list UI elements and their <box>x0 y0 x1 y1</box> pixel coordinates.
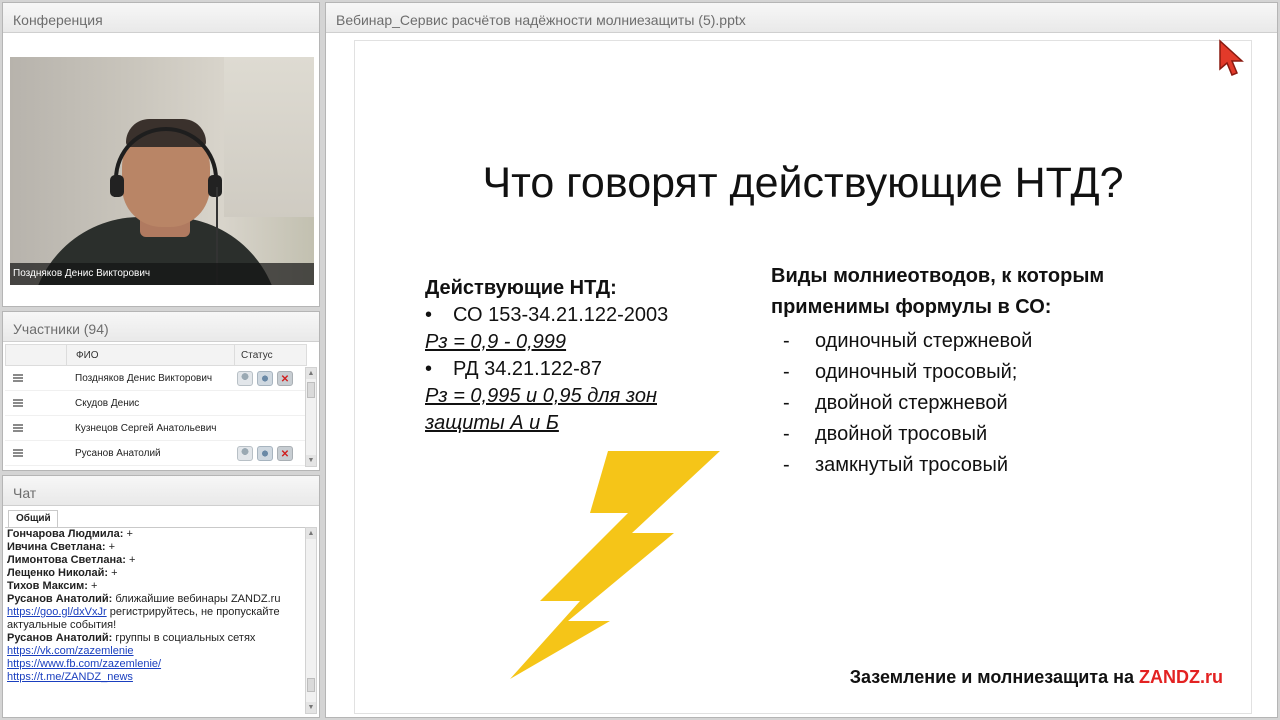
message-author: Тихов Максим: <box>7 580 88 592</box>
participant-status: ✕ <box>237 446 293 462</box>
participants-panel: Участники (94) ФИО Статус Поздняков Дени… <box>2 311 320 471</box>
participants-title: Участники (94) <box>3 312 319 342</box>
table-row[interactable]: Скудов Денис <box>5 391 307 416</box>
chat-title: Чат <box>3 476 319 506</box>
footer-brand[interactable]: ZANDZ.ru <box>1139 667 1223 687</box>
table-row[interactable]: Поздняков Денис Викторович ✕ <box>5 366 307 391</box>
scroll-thumb[interactable] <box>307 382 315 398</box>
message-text: ближайшие вебинары ZANDZ.ru <box>115 593 281 605</box>
scroll-up-icon[interactable]: ▲ <box>306 368 316 379</box>
formula-text: Рз = 0,9 - 0,999 <box>425 331 567 353</box>
list-item: двойной стержневой <box>771 388 1211 419</box>
participant-name: Кузнецов Сергей Анатольевич <box>75 423 217 434</box>
user-icon[interactable] <box>237 446 253 461</box>
participants-table: ФИО Статус Поздняков Денис Викторович ✕ … <box>5 344 307 466</box>
tab-general[interactable]: Общий <box>8 510 58 527</box>
bullet-item: СО 153-34.21.122-2003 <box>425 302 725 329</box>
chat-scrollbar[interactable]: ▲ ▼ <box>305 527 317 714</box>
slide-footer: Заземление и молниезащита на ZANDZ.ru <box>850 667 1223 688</box>
column-divider <box>234 345 235 365</box>
formula-text: Рз = 0,995 и 0,95 для зон защиты А и Б <box>425 385 657 434</box>
headset-earpiece-left <box>110 175 124 197</box>
drag-handle-icon[interactable] <box>13 424 23 432</box>
lightning-bolt-icon <box>510 451 720 679</box>
rod-types-list: одиночный стержневой одиночный тросовый;… <box>771 326 1211 481</box>
camera-icon[interactable] <box>257 446 273 461</box>
conference-title: Конференция <box>3 3 319 33</box>
column-name-header[interactable]: ФИО <box>76 350 99 361</box>
participant-name: Скудов Денис <box>75 398 140 409</box>
headset-earpiece-right <box>208 175 222 197</box>
scroll-thumb[interactable] <box>307 678 315 692</box>
chat-link[interactable]: https://goo.gl/dxVxJr <box>7 606 107 618</box>
slide: Что говорят действующие НТД? Действующие… <box>354 40 1252 714</box>
drag-handle-icon[interactable] <box>13 374 23 382</box>
list-item: двойной тросовый <box>771 419 1211 450</box>
chat-link[interactable]: https://t.me/ZANDZ_news <box>7 671 303 684</box>
slide-heading: Что говорят действующие НТД? <box>482 159 1124 207</box>
drag-handle-icon[interactable] <box>13 399 23 407</box>
chat-link[interactable]: https://vk.com/zazemlenie <box>7 645 303 658</box>
footer-text: Заземление и молниезащита на <box>849 667 1134 687</box>
camera-icon[interactable] <box>257 371 273 386</box>
chat-link[interactable]: https://www.fb.com/zazemlenie/ <box>7 658 303 671</box>
slide-right-column: Виды молниеотводов, к которым применимы … <box>771 261 1211 481</box>
conference-panel: Конференция Поздняков Денис Викторович <box>2 2 320 307</box>
message-author: Гончарова Людмила: <box>7 528 124 540</box>
scroll-up-icon[interactable]: ▲ <box>306 528 316 539</box>
chat-messages: Гончарова Людмила: + Ивчина Светлана: + … <box>5 527 305 714</box>
video-background <box>224 57 314 217</box>
table-header: ФИО Статус <box>5 344 307 366</box>
column-divider <box>66 345 67 365</box>
message-text: + <box>111 567 118 579</box>
presentation-file-title: Вебинар_Сервис расчётов надёжности молни… <box>326 3 1277 33</box>
message-text: + <box>128 554 136 566</box>
message-author: Русанов Анатолий: <box>7 593 113 605</box>
message-author: Ивчина Светлана: <box>7 541 106 553</box>
video-caption: Поздняков Денис Викторович <box>10 263 314 285</box>
message-author: Русанов Анатолий: <box>7 632 113 644</box>
chat-panel: Чат Общий Гончарова Людмила: + Ивчина Св… <box>2 475 320 718</box>
participant-status: ✕ <box>237 371 293 387</box>
left-header: Действующие НТД: <box>425 277 617 299</box>
video-feed[interactable]: Поздняков Денис Викторович <box>10 57 314 285</box>
chat-message: Тихов Максим: + <box>7 580 303 593</box>
table-row[interactable]: Кузнецов Сергей Анатольевич <box>5 416 307 441</box>
list-item: замкнутый тросовый <box>771 450 1211 481</box>
participant-name: Поздняков Денис Викторович <box>75 373 213 384</box>
user-icon[interactable] <box>237 371 253 386</box>
message-text: группы в социальных сетях <box>115 632 256 644</box>
table-row[interactable]: Русанов Анатолий ✕ <box>5 441 307 466</box>
chat-message: Русанов Анатолий: ближайшие вебинары ZAN… <box>7 593 303 632</box>
chat-message: Ивчина Светлана: + <box>7 541 303 554</box>
message-author: Лимонтова Светлана: <box>7 554 126 566</box>
message-text: + <box>126 528 133 540</box>
participants-scrollbar[interactable]: ▲ ▼ <box>305 367 317 467</box>
right-header: Виды молниеотводов, к которым применимы … <box>771 265 1105 318</box>
participant-name: Русанов Анатолий <box>75 448 161 459</box>
mic-off-icon[interactable]: ✕ <box>277 371 293 386</box>
chat-message: Лещенко Николай: + <box>7 567 303 580</box>
list-item: одиночный тросовый; <box>771 357 1211 388</box>
chat-message: Русанов Анатолий: группы в социальных се… <box>7 632 303 645</box>
message-text: + <box>90 580 98 592</box>
scroll-down-icon[interactable]: ▼ <box>306 455 316 466</box>
message-text: + <box>108 541 116 553</box>
chat-message: Лимонтова Светлана: + <box>7 554 303 567</box>
drag-handle-icon[interactable] <box>13 449 23 457</box>
presentation-panel: Вебинар_Сервис расчётов надёжности молни… <box>325 2 1278 718</box>
list-item: одиночный стержневой <box>771 326 1211 357</box>
slide-left-column: Действующие НТД: СО 153-34.21.122-2003 Р… <box>425 275 725 437</box>
mic-off-icon[interactable]: ✕ <box>277 446 293 461</box>
bullet-item: РД 34.21.122-87 <box>425 356 725 383</box>
scroll-down-icon[interactable]: ▼ <box>306 702 316 713</box>
column-status-header[interactable]: Статус <box>241 350 273 361</box>
chat-message: Гончарова Людмила: + <box>7 528 303 541</box>
pointer-cursor-icon <box>1219 39 1244 76</box>
message-author: Лещенко Николай: <box>7 567 109 579</box>
